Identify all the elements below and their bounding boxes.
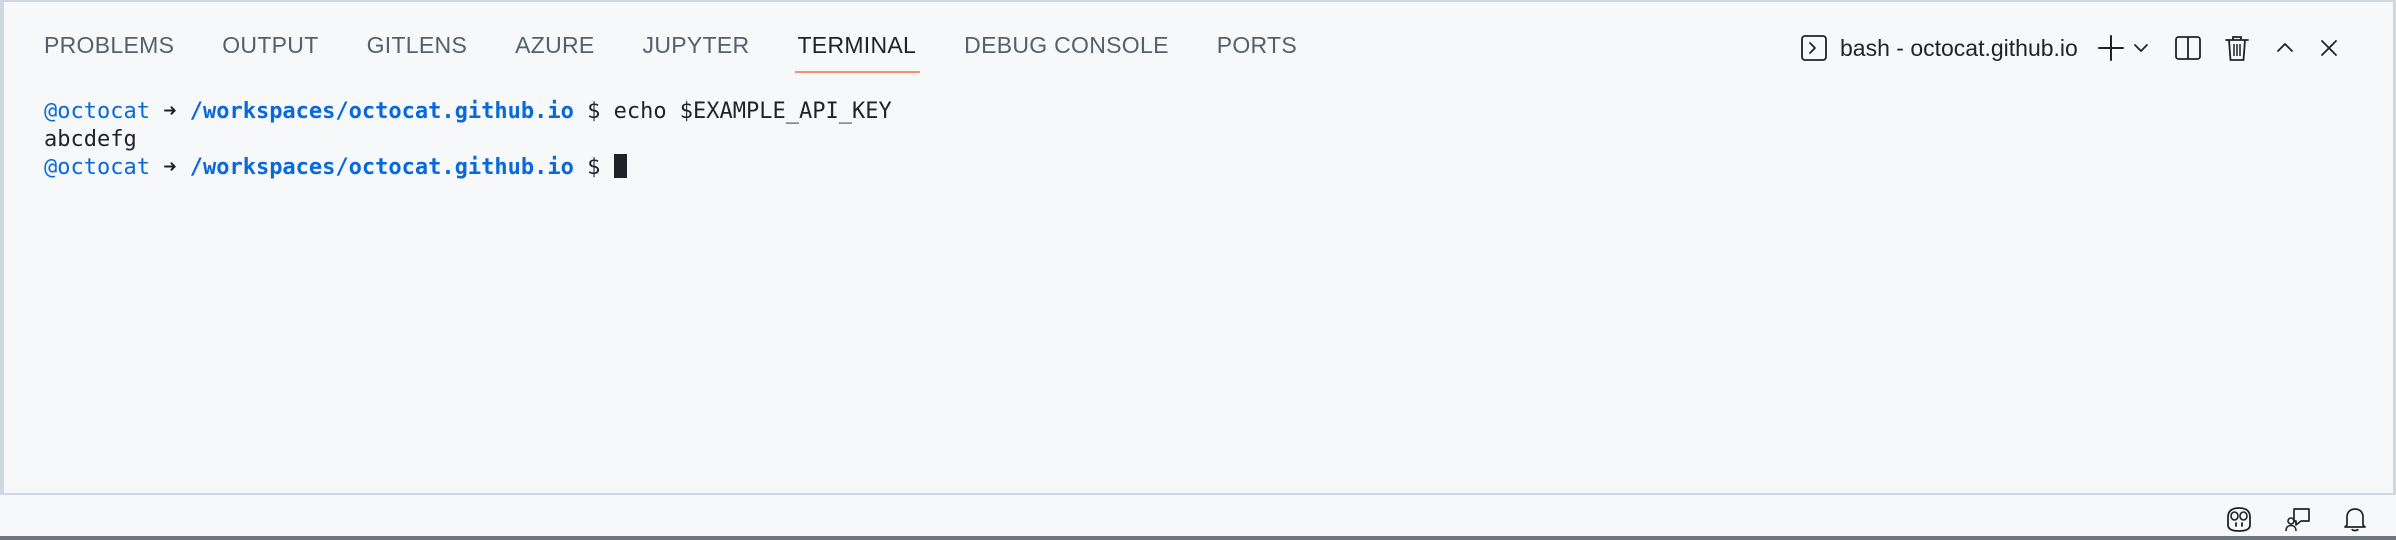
prompt-user: @octocat xyxy=(44,155,150,180)
prompt-path: /workspaces/octocat.github.io xyxy=(189,99,574,124)
chevron-down-icon[interactable] xyxy=(2132,30,2150,66)
tab-debug-console[interactable]: DEBUG CONSOLE xyxy=(964,28,1169,73)
tab-problems[interactable]: PROBLEMS xyxy=(44,28,174,73)
prompt-user: @octocat xyxy=(44,99,150,124)
prompt-path: /workspaces/octocat.github.io xyxy=(189,155,574,180)
terminal-line: @octocat ➜ /workspaces/octocat.github.io… xyxy=(44,98,892,126)
panel-left-border xyxy=(0,2,4,495)
window-bottom-edge xyxy=(0,536,2396,540)
panel-tabs: PROBLEMS OUTPUT GITLENS AZURE JUPYTER TE… xyxy=(44,28,1345,73)
terminal-cursor xyxy=(613,154,627,178)
close-icon[interactable] xyxy=(2318,30,2340,66)
chevron-up-icon[interactable] xyxy=(2274,30,2296,66)
command-text: echo $EXAMPLE_API_KEY xyxy=(613,99,892,124)
terminal-line: abcdefg xyxy=(44,126,892,154)
prompt-arrow: ➜ xyxy=(163,155,177,180)
terminal-line: @octocat ➜ /workspaces/octocat.github.io… xyxy=(44,154,892,182)
panel-actions: bash - octocat.github.io xyxy=(1800,28,2340,68)
bell-icon[interactable] xyxy=(2342,501,2368,537)
terminal-panel: PROBLEMS OUTPUT GITLENS AZURE JUPYTER TE… xyxy=(0,0,2396,495)
prompt-arrow: ➜ xyxy=(163,99,177,124)
prompt-symbol: $ xyxy=(587,99,601,124)
tab-ports[interactable]: PORTS xyxy=(1217,28,1297,73)
split-icon[interactable] xyxy=(2174,30,2202,66)
plus-icon[interactable] xyxy=(2096,30,2126,66)
terminal-output[interactable]: @octocat ➜ /workspaces/octocat.github.io… xyxy=(44,98,892,182)
terminal-icon xyxy=(1800,30,1828,66)
tab-jupyter[interactable]: JUPYTER xyxy=(643,28,750,73)
terminal-selector-label: bash - octocat.github.io xyxy=(1840,34,2078,61)
trash-icon[interactable] xyxy=(2224,30,2250,66)
terminal-selector[interactable]: bash - octocat.github.io xyxy=(1800,30,2078,66)
command-output: abcdefg xyxy=(44,127,137,152)
feedback-icon[interactable] xyxy=(2284,501,2312,537)
status-icons xyxy=(2224,501,2368,537)
copilot-icon[interactable] xyxy=(2224,501,2254,537)
tab-terminal[interactable]: TERMINAL xyxy=(795,28,920,73)
prompt-symbol: $ xyxy=(587,155,601,180)
status-bar xyxy=(0,493,2396,536)
tab-gitlens[interactable]: GITLENS xyxy=(367,28,468,73)
tab-azure[interactable]: AZURE xyxy=(515,28,594,73)
tab-output[interactable]: OUTPUT xyxy=(222,28,318,73)
